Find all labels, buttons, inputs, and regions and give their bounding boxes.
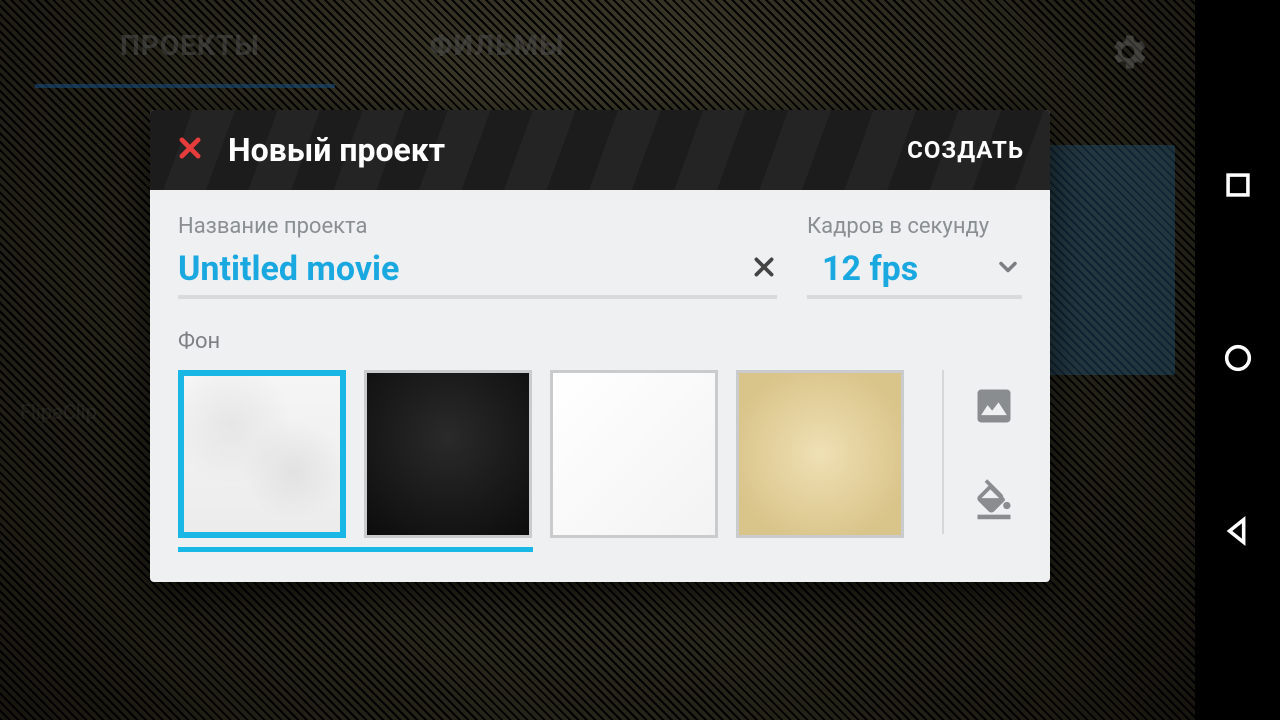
- nav-recent-icon[interactable]: [1221, 168, 1255, 206]
- close-button[interactable]: [176, 134, 204, 166]
- swatch-scroll-indicator: [178, 547, 533, 552]
- pick-image-button[interactable]: [972, 384, 1016, 432]
- fps-dropdown[interactable]: 12 fps: [807, 249, 1022, 299]
- dialog-header: Новый проект СОЗДАТЬ: [150, 110, 1050, 190]
- fps-value: 12 fps: [807, 249, 994, 289]
- android-navbar: [1195, 0, 1280, 720]
- background-label: Фон: [178, 329, 1022, 354]
- brand-label: FlipaClip: [20, 400, 97, 424]
- tab-projects[interactable]: ПРОЕКТЫ: [120, 29, 260, 62]
- tab-movies[interactable]: ФИЛЬМЫ: [430, 29, 565, 62]
- new-project-dialog: Новый проект СОЗДАТЬ Название проекта Un…: [150, 110, 1050, 582]
- bg-option-parchment[interactable]: [736, 370, 904, 538]
- clear-name-button[interactable]: [751, 254, 777, 284]
- project-name-input[interactable]: Untitled movie: [178, 249, 751, 289]
- chevron-down-icon: [994, 253, 1022, 285]
- nav-back-icon[interactable]: [1221, 514, 1255, 552]
- create-button[interactable]: СОЗДАТЬ: [907, 136, 1024, 164]
- tab-underline: [35, 84, 335, 88]
- fill-color-button[interactable]: [972, 478, 1016, 526]
- dialog-title: Новый проект: [228, 131, 445, 169]
- settings-button[interactable]: [1106, 30, 1150, 78]
- project-name-label: Название проекта: [178, 214, 777, 239]
- bg-option-white[interactable]: [550, 370, 718, 538]
- nav-home-icon[interactable]: [1221, 341, 1255, 379]
- fps-label: Кадров в секунду: [807, 214, 1022, 239]
- bg-option-black[interactable]: [364, 370, 532, 538]
- bg-option-crumpled-paper[interactable]: [178, 370, 346, 538]
- background-swatches: [178, 370, 924, 552]
